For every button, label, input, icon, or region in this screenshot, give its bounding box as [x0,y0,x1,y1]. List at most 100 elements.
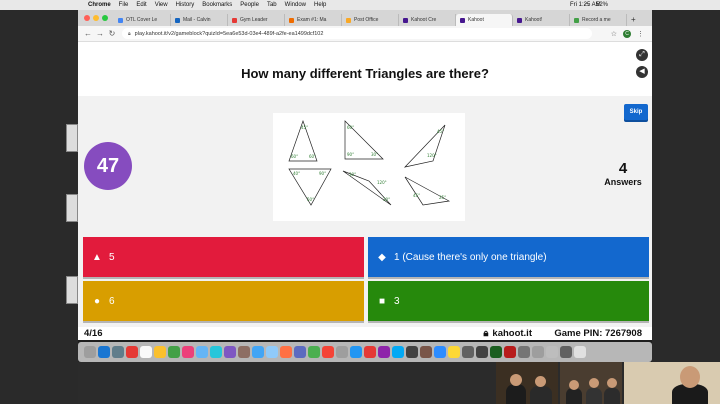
dock-app-icon[interactable] [266,346,278,358]
dock-app-icon[interactable] [574,346,586,358]
toolbar-icons: ☆ C ⋮ [611,29,644,38]
menu-file[interactable]: File [119,2,129,8]
new-tab-button[interactable]: + [631,15,636,24]
dock-app-icon[interactable] [378,346,390,358]
dock-app-icon[interactable] [84,346,96,358]
dock-app-icon[interactable] [294,346,306,358]
browser-tab[interactable]: Gym Leader [228,14,285,26]
angle-label: 60° [291,154,298,159]
angle-label: 120° [377,180,387,185]
angle-label: 45° [437,129,444,134]
menu-app-name[interactable]: Chrome [88,2,111,8]
angle-label: 60° [309,154,316,159]
tab-label: Kahoot! [525,17,543,23]
dock-app-icon[interactable] [154,346,166,358]
dock-app-icon[interactable] [140,346,152,358]
forward-button[interactable]: → [94,29,106,38]
answer-option-diamond[interactable]: ◆ 1 (Cause there's only one triangle) [368,237,649,277]
menu-help[interactable]: Help [314,2,326,8]
dock-app-icon[interactable] [532,346,544,358]
dock-app-icon[interactable] [336,346,348,358]
tab-favicon-icon [289,17,294,23]
dock-app-icon[interactable] [322,346,334,358]
browser-tab[interactable]: Kahoot [456,14,513,26]
tab-label: Exam #1: Ma [297,17,327,23]
dock-app-icon[interactable] [252,346,264,358]
menu-view[interactable]: View [155,2,168,8]
dock-app-icon[interactable] [364,346,376,358]
menu-tab[interactable]: Tab [267,2,277,8]
skip-button[interactable]: Skip [624,104,648,120]
fullscreen-button[interactable]: ⤢ [636,49,648,61]
desktop-file-thumbnail[interactable] [66,124,78,152]
dock-app-icon[interactable] [112,346,124,358]
menu-people[interactable]: People [240,2,259,8]
menu-history[interactable]: History [176,2,195,8]
dock-app-icon[interactable] [434,346,446,358]
dock-app-icon[interactable] [490,346,502,358]
browser-tab[interactable]: Kahoot! [513,14,570,26]
browser-tab[interactable]: Post Office [342,14,399,26]
desktop-right [652,10,720,404]
sound-button[interactable]: ◀ [636,66,648,78]
dock-app-icon[interactable] [168,346,180,358]
video-participant [496,362,558,404]
dock-app-icon[interactable] [196,346,208,358]
dock-app-icon[interactable] [238,346,250,358]
tab-favicon-icon [346,17,351,23]
back-button[interactable]: ← [82,29,94,38]
bookmark-star-icon[interactable]: ☆ [611,30,617,38]
countdown-timer: 47 [84,142,132,190]
menu-edit[interactable]: Edit [136,2,146,8]
dock-app-icon[interactable] [406,346,418,358]
dock-app-icon[interactable] [462,346,474,358]
minimize-window-button[interactable] [93,15,99,21]
browser-tab[interactable]: Mail - Calvin [171,14,228,26]
url-text: play.kahoot.it/v2/gameblock?quizId=5ea6e… [134,30,324,37]
zoom-window-button[interactable] [102,15,108,21]
mac-dock [78,342,652,362]
desktop-file-thumbnail[interactable] [66,194,78,222]
browser-tab[interactable]: Kahoot Cre [399,14,456,26]
clock[interactable]: Fri 1:25 AM [570,2,601,8]
answer-option-circle[interactable]: ● 6 [83,281,364,321]
reload-button[interactable]: ↻ [106,29,118,38]
dock-app-icon[interactable] [560,346,572,358]
browser-toolbar: ← → ↻ 🔒︎ play.kahoot.it/v2/gameblock?qui… [78,26,652,42]
menu-window[interactable]: Window [285,2,306,8]
window-controls [84,15,108,21]
dock-app-icon[interactable] [308,346,320,358]
address-bar[interactable]: 🔒︎ play.kahoot.it/v2/gameblock?quizId=5e… [122,28,592,39]
dock-app-icon[interactable] [504,346,516,358]
tab-favicon-icon [460,17,465,23]
game-pin-value: 7267908 [605,328,642,339]
game-footer: 4/16 🔒︎ kahoot.it Game PIN: 7267908 [78,327,652,340]
profile-avatar[interactable]: C [623,29,631,38]
menu-bookmarks[interactable]: Bookmarks [202,2,232,8]
close-window-button[interactable] [84,15,90,21]
dock-app-icon[interactable] [126,346,138,358]
browser-tab[interactable]: Record a me [570,14,627,26]
dock-app-icon[interactable] [182,346,194,358]
browser-tab[interactable]: Exam #1: Ma [285,14,342,26]
dock-app-icon[interactable] [476,346,488,358]
dock-app-icon[interactable] [280,346,292,358]
menu-dots-icon[interactable]: ⋮ [637,30,644,38]
dock-app-icon[interactable] [98,346,110,358]
answer-option-triangle[interactable]: ▲ 5 [83,237,364,277]
dock-app-icon[interactable] [518,346,530,358]
dock-app-icon[interactable] [420,346,432,358]
dock-app-icon[interactable] [546,346,558,358]
dock-app-icon[interactable] [210,346,222,358]
dock-app-icon[interactable] [448,346,460,358]
dock-app-icon[interactable] [350,346,362,358]
answer-option-square[interactable]: ■ 3 [368,281,649,321]
desktop-file-thumbnail[interactable] [66,276,78,304]
answer-text: 1 (Cause there's only one triangle) [394,251,547,263]
angle-label: 30° [383,197,390,202]
dock-app-icon[interactable] [224,346,236,358]
angle-label: 90° [319,171,326,176]
browser-tab[interactable]: OTL Cover Le [114,14,171,26]
dock-app-icon[interactable] [392,346,404,358]
tab-label: Kahoot [468,17,484,23]
